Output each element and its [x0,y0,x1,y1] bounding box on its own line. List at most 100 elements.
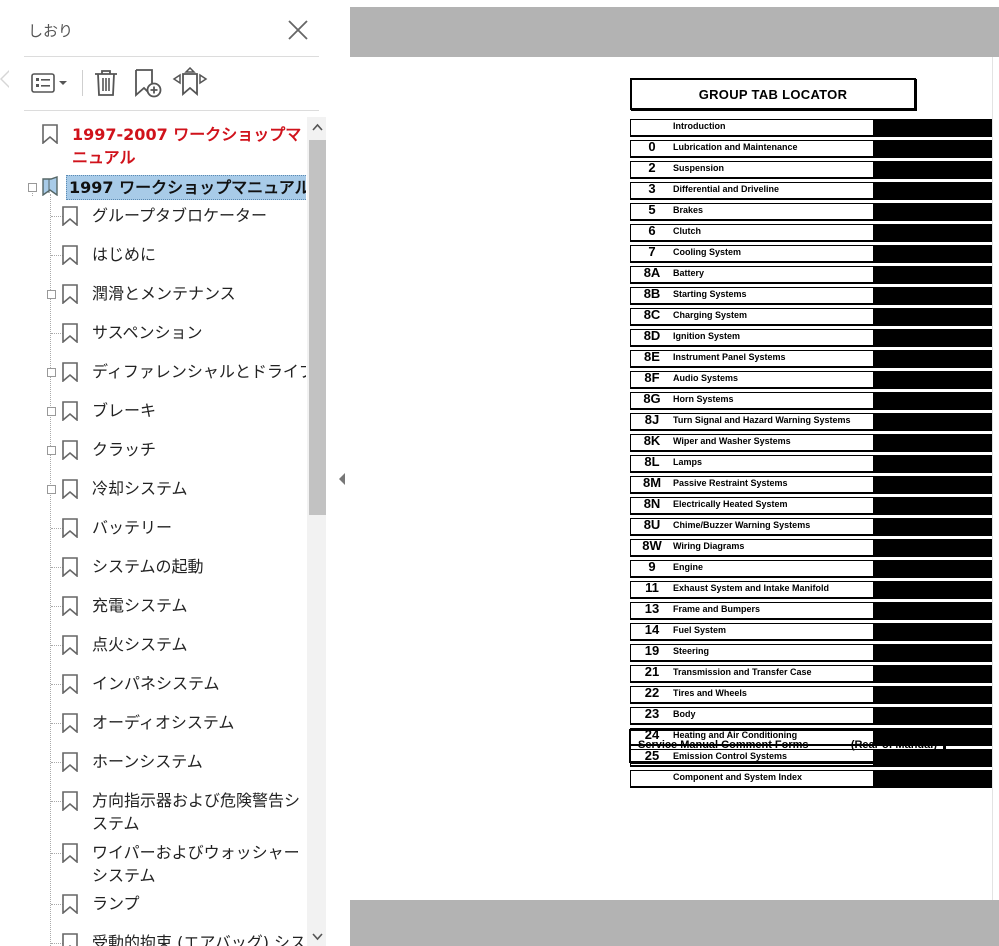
bookmark-item[interactable]: クラッチ [24,438,306,468]
group-tab-name: Ignition System [673,331,741,341]
group-tab-marker [873,581,992,598]
group-tab-row: 8D Ignition System [630,328,992,346]
group-tab-code: 8F [644,370,660,385]
scroll-up-icon[interactable] [309,120,326,136]
group-tab-marker [873,161,992,178]
bookmark-item[interactable]: はじめに [24,243,306,273]
group-tab-row: 3 Differential and Driveline [630,181,992,199]
group-tab-marker [873,119,992,136]
scrollbar-thumb[interactable] [309,140,326,515]
bookmark-item[interactable]: ランプ [24,892,306,922]
group-tab-marker [873,308,992,325]
group-tab-row: 21 Transmission and Transfer Case [630,664,992,682]
bookmark-label: 潤滑とメンテナンス [92,284,236,303]
group-tab-row: 8G Horn Systems [630,391,992,409]
group-tab-name: Lubrication and Maintenance [673,142,798,152]
group-tab-list: Introduction 0 Lubrication and Maintenance… [630,119,992,791]
bookmark-item[interactable]: オーディオシステム [24,711,306,741]
group-tab-code: 8N [643,496,661,511]
comment-forms-location: (Rear of Manual) [850,739,937,751]
trash-icon[interactable] [92,66,120,100]
bookmark-label: ホーンシステム [92,752,203,771]
group-tab-name: Cooling System [673,247,742,257]
expand-toggle[interactable] [47,407,56,416]
group-tab-marker [873,224,992,241]
group-tab-code: 23 [644,706,660,721]
group-tab-name: Transmission and Transfer Case [673,667,812,677]
document-heading: GROUP TAB LOCATOR [630,78,916,110]
collapse-panel-icon[interactable] [336,470,348,488]
expand-toggle[interactable] [47,368,56,377]
bookmark-icon [62,791,78,811]
bookmark-item[interactable]: 1997-2007 ワークショップマニュアル [24,122,306,170]
bookmark-item[interactable]: ブレーキ [24,399,306,429]
group-tab-marker [873,245,992,262]
group-tab-marker [873,623,992,640]
bookmark-icon [62,362,78,382]
group-tab-row: 7 Cooling System [630,244,992,262]
bookmark-item[interactable]: グループタブロケーター [24,204,306,234]
expand-toggle[interactable] [47,485,56,494]
expand-bookmark-icon[interactable] [172,66,208,100]
group-tab-code: 8K [643,433,661,448]
group-tab-row: 8K Wiper and Washer Systems [630,433,992,451]
expand-toggle[interactable] [47,446,56,455]
group-tab-marker [873,287,992,304]
group-tab-name: Battery [673,268,705,278]
toolbar-separator [82,70,83,96]
bookmark-label: ブレーキ [92,401,157,420]
panel-title: しおり [28,22,74,40]
group-tab-marker [873,455,992,472]
group-tab-name: Differential and Driveline [673,184,780,194]
group-tab-code: 0 [648,139,656,154]
group-tab-row: 8B Starting Systems [630,286,992,304]
group-tab-code: 8D [643,328,661,343]
close-icon[interactable] [286,18,310,42]
bookmark-label: ディファレンシャルとドライブライン [92,362,306,381]
list-options-icon[interactable] [30,66,70,100]
group-tab-code: 8J [644,412,660,427]
bookmark-item[interactable]: 1997 ワークショップマニュアル [24,174,306,200]
collapse-toggle[interactable] [28,183,37,192]
group-tab-code: 8E [644,349,660,364]
group-tab-row: 8W Wiring Diagrams [630,538,992,556]
group-tab-code: 11 [645,580,659,595]
group-tab-name: Engine [673,562,704,572]
group-tab-name: Suspension [673,163,725,173]
page-edge [992,57,999,900]
group-tab-name: Audio Systems [673,373,739,383]
group-tab-row: 8E Instrument Panel Systems [630,349,992,367]
group-tab-row: Component and System Index [630,770,992,787]
scroll-down-icon[interactable] [309,928,326,944]
bookmark-icon [62,843,78,863]
group-tab-name: Passive Restraint Systems [673,478,788,488]
bookmark-label: 充電システム [92,596,188,615]
group-tab-marker [873,686,992,703]
bookmark-item[interactable]: インパネシステム [24,672,306,702]
bookmark-item[interactable]: ホーンシステム [24,750,306,780]
bookmark-item[interactable]: 充電システム [24,594,306,624]
bookmark-icon [62,518,78,538]
bookmark-item[interactable]: 冷却システム [24,477,306,507]
group-tab-row: 8A Battery [630,265,992,283]
bookmark-item[interactable]: システムの起動 [24,555,306,585]
toolbar-divider [24,110,319,111]
bookmark-item[interactable]: ディファレンシャルとドライブライン [24,360,306,390]
group-tab-row: 6 Clutch [630,223,992,241]
bookmark-item[interactable]: サスペンション [24,321,306,351]
group-tab-marker [873,539,992,556]
group-tab-name: Wiper and Washer Systems [673,436,791,446]
bookmark-item[interactable]: バッテリー [24,516,306,546]
bookmark-item[interactable]: 受動的拘束 (エアバッグ) システム [24,931,306,946]
group-tab-name: Turn Signal and Hazard Warning Systems [673,415,851,425]
expand-toggle[interactable] [47,290,56,299]
group-tab-marker [873,560,992,577]
group-tab-row: 8N Electrically Heated System [630,496,992,514]
bookmark-item[interactable]: 点火システム [24,633,306,663]
add-bookmark-icon[interactable] [132,66,166,100]
bookmark-item[interactable]: 方向指示器および危険警告システム [24,789,306,839]
group-tab-name: Chime/Buzzer Warning Systems [673,520,811,530]
bookmark-icon [62,674,78,694]
bookmark-item[interactable]: ワイパーおよびウォッシャー システム [24,841,306,891]
bookmark-item[interactable]: 潤滑とメンテナンス [24,282,306,312]
